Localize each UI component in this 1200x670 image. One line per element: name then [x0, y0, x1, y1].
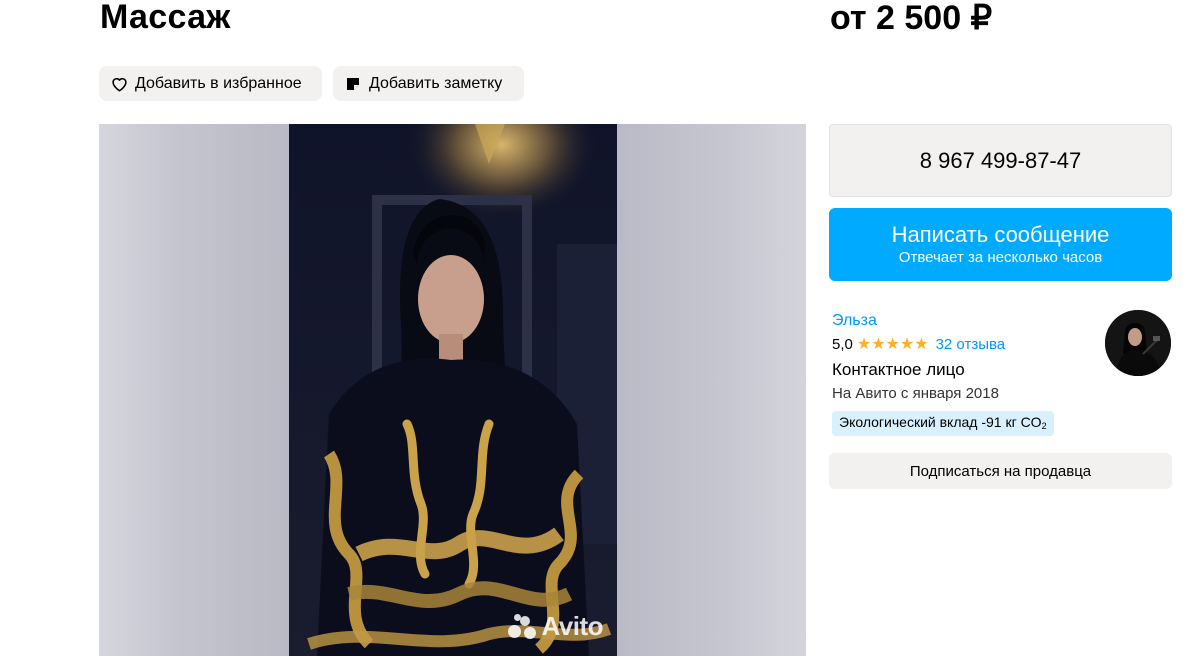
eco-contribution-badge[interactable]: Экологический вклад -91 кг CO2: [832, 411, 1054, 436]
seller-name-link[interactable]: Эльза: [832, 310, 877, 332]
seller-avatar[interactable]: [1105, 310, 1171, 376]
gallery-blur-left: [99, 124, 289, 656]
star-icon: ★: [871, 336, 886, 353]
write-message-label: Написать сообщение: [891, 221, 1110, 247]
avito-watermark: Avito: [508, 611, 603, 642]
add-to-favorites-label: Добавить в избранное: [135, 74, 302, 92]
seller-since: На Авито с января 2018: [832, 385, 999, 402]
photo-gallery[interactable]: Avito: [99, 124, 806, 656]
listing-price: от 2 500 ₽: [830, 0, 993, 37]
phone-number: 8 967 499-87-47: [919, 147, 1082, 173]
subscribe-to-seller-button[interactable]: Подписаться на продавца: [829, 453, 1172, 489]
reviews-link[interactable]: 32 отзыва: [936, 333, 1006, 357]
eco-badge-subscript: 2: [1041, 421, 1047, 431]
star-icon: ★: [914, 336, 929, 353]
subscribe-label: Подписаться на продавца: [909, 462, 1092, 480]
phone-number-button[interactable]: 8 967 499-87-47: [829, 124, 1172, 197]
add-to-favorites-button[interactable]: Добавить в избранное: [99, 66, 322, 101]
response-time-label: Отвечает за несколько часов: [898, 248, 1103, 266]
note-icon: [343, 74, 363, 94]
add-note-button[interactable]: Добавить заметку: [333, 66, 524, 101]
write-message-button[interactable]: Написать сообщение Отвечает за несколько…: [829, 208, 1172, 281]
add-note-label: Добавить заметку: [369, 74, 503, 92]
star-icon: ★: [856, 336, 872, 353]
rating-score: 5,0: [832, 336, 853, 353]
star-icon: ★: [899, 336, 915, 353]
gallery-blur-right: [617, 124, 806, 656]
watermark-text: Avito: [541, 611, 603, 641]
eco-badge-text: Экологический вклад -91 кг CO: [839, 414, 1042, 430]
star-icon: ★: [885, 336, 900, 353]
listing-title: Массаж: [100, 0, 231, 36]
main-photo[interactable]: Avito: [289, 124, 617, 656]
avito-logo-icon: [508, 613, 538, 640]
heart-icon: [109, 74, 129, 94]
rating-stars: ★ ★ ★ ★ ★: [857, 337, 929, 353]
